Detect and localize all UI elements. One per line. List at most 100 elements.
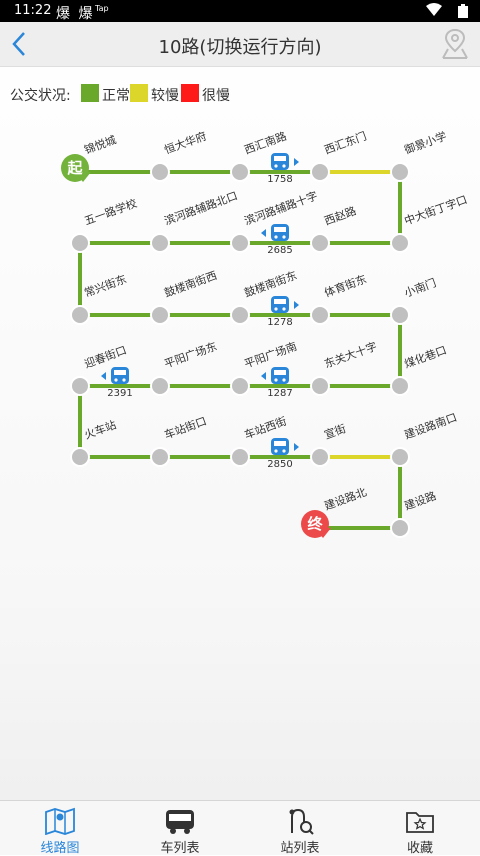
station-node[interactable] (70, 233, 90, 253)
tab-label: 站列表 (280, 841, 320, 856)
station-node[interactable] (390, 518, 410, 538)
station-label[interactable]: 小南门 (402, 275, 438, 299)
bus-number: 1758 (267, 174, 292, 185)
bus-wheel (274, 235, 278, 239)
tab-favorites[interactable]: 收藏 (360, 801, 480, 856)
favorites-folder-icon (406, 812, 434, 833)
bus-window (274, 156, 286, 161)
station-node[interactable] (70, 305, 90, 325)
bus-icon (271, 367, 289, 384)
route-search-icon (289, 808, 314, 835)
bottom-tab-bar: 线路图 车列表 站列表 收藏 (0, 800, 480, 856)
bus-number: 1278 (267, 317, 292, 328)
tab-station-list[interactable]: 站列表 (240, 801, 360, 856)
station-node[interactable] (390, 447, 410, 467)
station-node[interactable] (150, 447, 170, 467)
bus-wheel (274, 449, 278, 453)
bus-icon (271, 296, 289, 313)
station-label[interactable]: 建设路北 (322, 485, 368, 513)
station-label[interactable]: 体育街东 (322, 272, 368, 300)
bus-window (114, 370, 126, 375)
station-label[interactable]: 西汇南路 (243, 130, 289, 157)
station-node[interactable] (150, 233, 170, 253)
station-label[interactable]: 滨河路辅路北口 (162, 188, 239, 227)
bus-icon (271, 224, 289, 241)
station-node[interactable] (70, 447, 90, 467)
station-label[interactable]: 鼓楼南街东 (242, 268, 298, 300)
badge-text: 起 (66, 159, 83, 177)
tab-bus-list[interactable]: 车列表 (120, 801, 240, 856)
station-label[interactable]: 滨河路辅路十字 (242, 188, 319, 227)
bus-icon (271, 438, 289, 455)
station-label[interactable]: 迎春街口 (82, 343, 128, 371)
station-node[interactable] (390, 233, 410, 253)
bus-marker[interactable]: 2685 (261, 224, 293, 256)
station-node[interactable] (230, 305, 250, 325)
station-node[interactable] (390, 376, 410, 396)
station-label[interactable]: 平阳广场南 (242, 339, 298, 371)
station-label[interactable]: 建设路南口 (402, 410, 458, 442)
station-node[interactable] (230, 233, 250, 253)
station-node[interactable] (150, 376, 170, 396)
bus-marker[interactable]: 1278 (267, 296, 299, 328)
station-label[interactable]: 御景小学 (402, 129, 448, 157)
station-label[interactable]: 西汇东门 (322, 129, 368, 157)
bus-marker[interactable]: 2391 (101, 367, 133, 399)
station-label[interactable]: 火车站 (82, 417, 118, 441)
station-node[interactable] (390, 305, 410, 325)
bus-marker[interactable]: 1287 (261, 367, 293, 399)
station-node[interactable] (310, 162, 330, 182)
bus-marker[interactable]: 2850 (267, 438, 299, 470)
bus-direction-arrow (261, 229, 266, 237)
bus-icon (166, 810, 194, 834)
bus-window (274, 441, 286, 446)
station-label[interactable]: 车站街口 (162, 414, 208, 442)
tab-label: 线路图 (40, 841, 80, 856)
start-station-badge[interactable]: 起 (61, 154, 91, 182)
station-label[interactable]: 恒大华府 (162, 129, 208, 157)
station-label[interactable]: 宣街 (322, 421, 347, 442)
station-label[interactable]: 中大街丁字口 (402, 192, 469, 228)
station-label[interactable]: 车站西街 (242, 414, 288, 442)
bus-wheel (274, 164, 278, 168)
bus-marker[interactable]: 1758 (267, 153, 299, 185)
station-node[interactable] (310, 447, 330, 467)
bus-window (274, 370, 286, 375)
end-station-badge[interactable]: 终 (301, 510, 331, 538)
tab-label: 车列表 (160, 841, 200, 856)
map-icon (45, 807, 75, 835)
station-label[interactable]: 常兴街东 (82, 272, 128, 300)
bus-window (274, 227, 286, 232)
bus-icon (271, 153, 289, 170)
station-node[interactable] (230, 162, 250, 182)
bus-number: 2850 (267, 459, 292, 470)
bus-number: 2685 (267, 245, 292, 256)
station-node[interactable] (390, 162, 410, 182)
tab-route-map[interactable]: 线路图 (0, 801, 120, 856)
station-label[interactable]: 建设路 (402, 488, 438, 512)
station-label[interactable]: 五一路学校 (82, 196, 138, 228)
bus-number: 1287 (267, 388, 292, 399)
bus-wheel (282, 449, 286, 453)
bus-direction-arrow (294, 158, 299, 166)
station-node[interactable] (310, 376, 330, 396)
station-node[interactable] (310, 233, 330, 253)
station-node[interactable] (150, 162, 170, 182)
bus-wheel (282, 378, 286, 382)
station-label[interactable]: 鼓楼南街西 (162, 268, 218, 300)
station-node[interactable] (150, 305, 170, 325)
station-label[interactable]: 东关大十字 (322, 339, 378, 371)
station-node[interactable] (70, 376, 90, 396)
station-node[interactable] (310, 305, 330, 325)
station-label[interactable]: 煤化巷口 (402, 343, 448, 371)
station-node[interactable] (230, 376, 250, 396)
station-node[interactable] (230, 447, 250, 467)
station-label[interactable]: 平阳广场东 (162, 339, 218, 371)
bus-direction-arrow (294, 301, 299, 309)
bus-window (274, 299, 286, 304)
bus-number: 2391 (107, 388, 132, 399)
station-label[interactable]: 西赵路 (322, 203, 358, 227)
bus-direction-arrow (261, 372, 266, 380)
station-label[interactable]: 锦悦城 (82, 132, 118, 156)
bus-icon (111, 367, 129, 384)
